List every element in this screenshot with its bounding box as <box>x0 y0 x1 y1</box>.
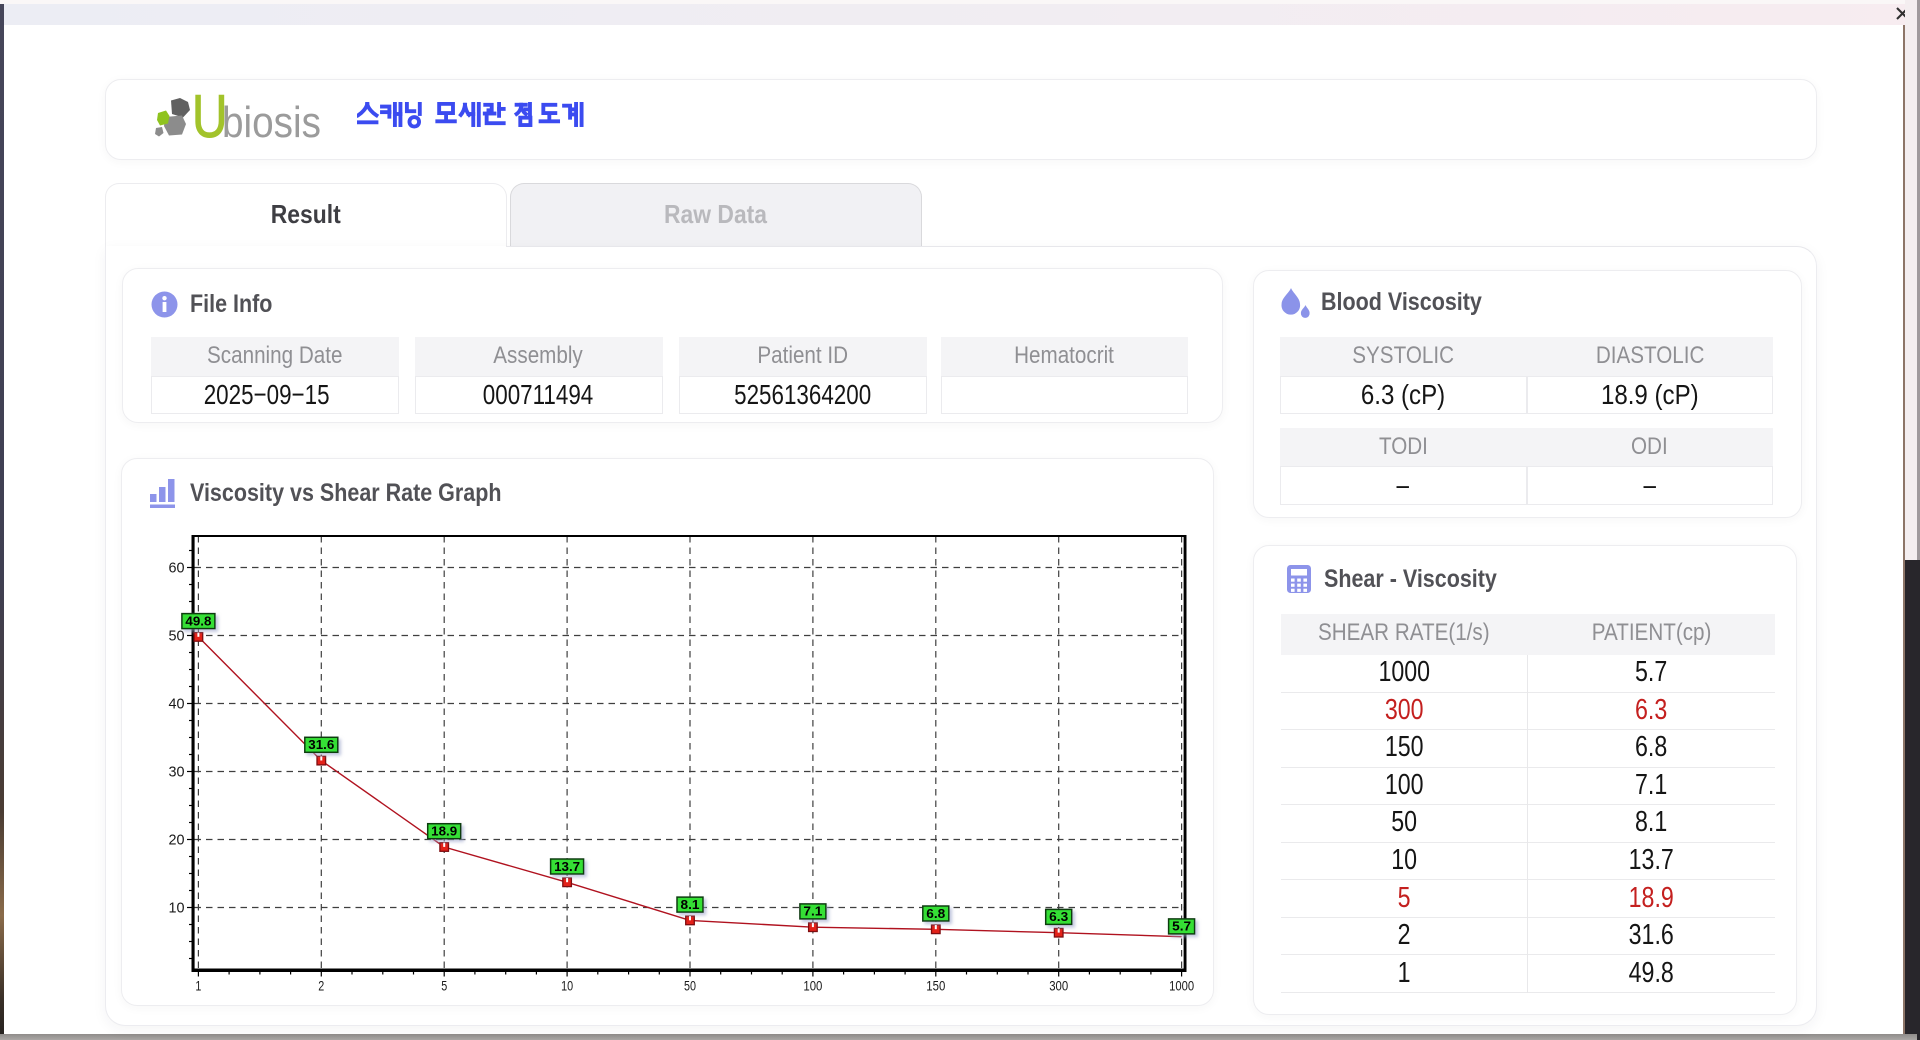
svg-text:50: 50 <box>169 628 185 645</box>
svg-text:49.8: 49.8 <box>185 614 211 628</box>
svg-text:7.1: 7.1 <box>803 905 822 919</box>
svg-text:5.7: 5.7 <box>1172 920 1191 934</box>
svg-text:18.9: 18.9 <box>431 825 457 839</box>
svg-text:6.3: 6.3 <box>1049 910 1068 924</box>
svg-text:150: 150 <box>926 979 945 994</box>
svg-text:20: 20 <box>169 832 185 849</box>
svg-text:40: 40 <box>169 696 185 713</box>
svg-text:2: 2 <box>318 979 324 994</box>
svg-text:30: 30 <box>169 764 185 781</box>
svg-text:300: 300 <box>1049 979 1068 994</box>
svg-text:10: 10 <box>561 979 573 994</box>
svg-text:60: 60 <box>169 560 185 577</box>
svg-text:100: 100 <box>803 979 822 994</box>
svg-text:8.1: 8.1 <box>681 898 700 912</box>
svg-text:1000: 1000 <box>1169 979 1194 994</box>
svg-text:10: 10 <box>169 900 185 917</box>
svg-text:5: 5 <box>441 979 447 994</box>
svg-text:1: 1 <box>195 979 201 994</box>
svg-text:50: 50 <box>684 979 696 994</box>
svg-text:31.6: 31.6 <box>308 738 334 752</box>
svg-text:13.7: 13.7 <box>554 860 580 874</box>
svg-text:6.8: 6.8 <box>926 907 945 921</box>
